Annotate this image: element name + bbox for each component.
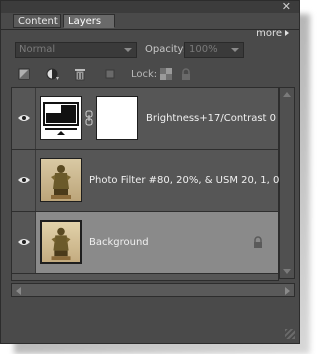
layer-name: Photo Filter #80, 20%, & USM 20, 1, 0: [89, 175, 280, 186]
new-layer-icon[interactable]: [17, 67, 31, 81]
eye-icon[interactable]: [18, 113, 30, 123]
blend-mode-dropdown[interactable]: Normal: [15, 42, 137, 58]
statue-image: [51, 165, 71, 199]
link-icon[interactable]: [85, 110, 93, 126]
trash-icon[interactable]: [73, 67, 87, 81]
brightness-contrast-icon: [43, 102, 79, 135]
layer-thumbnail: [40, 220, 82, 264]
scroll-left-icon[interactable]: [16, 287, 21, 295]
chevron-down-icon: [124, 48, 132, 52]
eye-icon[interactable]: [18, 237, 30, 247]
menu-arrow-icon: [285, 30, 289, 36]
scroll-right-icon[interactable]: [285, 287, 290, 295]
link-layers-icon[interactable]: [103, 67, 117, 81]
lock-transparent-icon[interactable]: [159, 67, 173, 81]
scroll-up-icon[interactable]: [283, 92, 291, 97]
layer-row[interactable]: Brightness+17/Contrast 0: [12, 88, 278, 150]
layer-row[interactable]: Background: [12, 212, 278, 274]
layers-scrollbar[interactable]: [279, 87, 295, 279]
adjustment-layer-icon[interactable]: [45, 67, 59, 81]
layer-mask-thumbnail: [96, 96, 138, 140]
scroll-down-icon[interactable]: [283, 269, 291, 274]
panel-titlebar: ✕: [1, 1, 299, 13]
opacity-field[interactable]: 100%: [184, 42, 244, 58]
adjustment-thumbnail: [40, 96, 82, 140]
eye-icon[interactable]: [18, 175, 30, 185]
resize-grip-icon[interactable]: [285, 329, 295, 339]
layer-name: Brightness+17/Contrast 0: [146, 113, 277, 124]
horizontal-scrollbar[interactable]: [11, 283, 295, 297]
more-menu-button[interactable]: more: [256, 28, 289, 39]
lock-label: Lock:: [131, 69, 158, 80]
layer-thumbnail: [40, 158, 82, 202]
close-icon[interactable]: ✕: [282, 1, 291, 13]
panel-tabs: Content Layers more: [1, 13, 299, 39]
tab-content[interactable]: Content: [13, 14, 61, 28]
chevron-down-icon: [231, 48, 239, 52]
layers-panel: ✕ Content Layers more Normal Opacity: 10…: [0, 0, 300, 344]
lock-all-icon[interactable]: [179, 67, 193, 81]
statue-image: [51, 227, 71, 261]
opacity-label: Opacity:: [145, 44, 187, 55]
tab-layers[interactable]: Layers: [63, 14, 115, 28]
lock-icon: [254, 236, 262, 248]
layers-list: Brightness+17/Contrast 0 Photo Filter #8…: [11, 87, 279, 281]
layer-row[interactable]: Photo Filter #80, 20%, & USM 20, 1, 0: [12, 150, 280, 212]
blend-opacity-row: Normal Opacity: 100%: [1, 41, 299, 61]
opacity-value: 100%: [189, 44, 218, 55]
layer-name: Background: [89, 237, 149, 248]
layer-tools-row: Lock:: [1, 65, 299, 85]
more-label: more: [256, 28, 282, 39]
blend-mode-value: Normal: [19, 44, 56, 55]
